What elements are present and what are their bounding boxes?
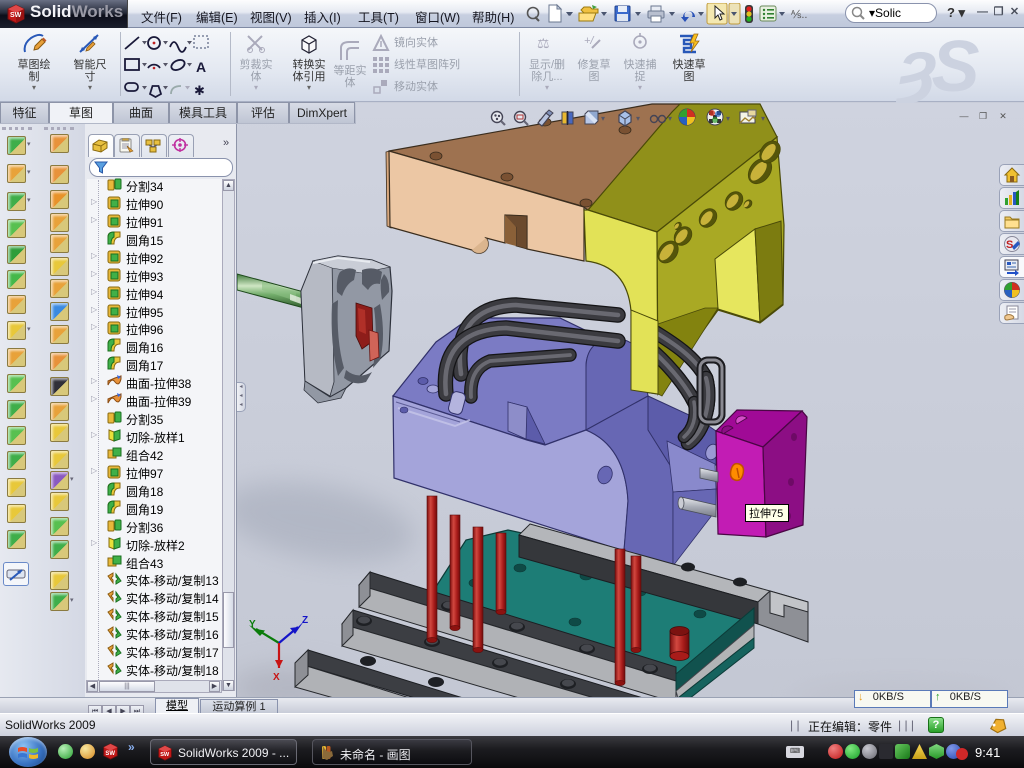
svg-text:Z: Z (302, 615, 308, 626)
svg-text:SW: SW (105, 751, 115, 757)
svg-text:S: S (1006, 239, 1013, 251)
svg-text:SW: SW (10, 12, 22, 19)
svg-text:X: X (273, 672, 280, 683)
svg-text:⅍..: ⅍.. (790, 9, 807, 21)
svg-text:SW: SW (160, 752, 170, 758)
svg-text:✱: ✱ (194, 83, 205, 98)
svg-text:A: A (196, 59, 206, 75)
svg-text:Y: Y (249, 619, 256, 630)
svg-text:拉伸75: 拉伸75 (749, 506, 783, 520)
svg-text:⚖: ⚖ (537, 35, 550, 51)
svg-text:+/: +/ (584, 35, 594, 47)
